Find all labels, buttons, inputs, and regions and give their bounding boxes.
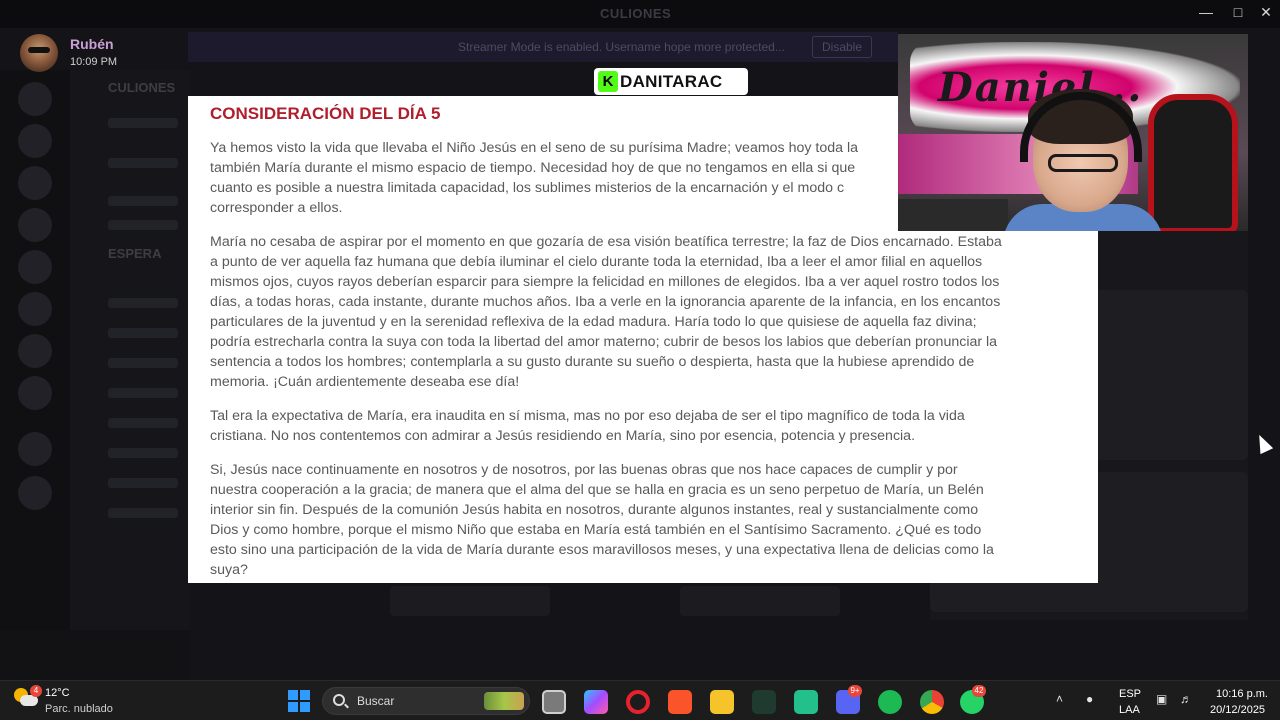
- document-line: nuestra cooperación a la gracia; de mane…: [210, 482, 984, 498]
- voice-member[interactable]: [108, 508, 178, 518]
- document-line: esto sino una participación de la vida d…: [210, 542, 994, 558]
- file-explorer-icon[interactable]: [710, 690, 734, 714]
- microphone-icon[interactable]: ●: [1086, 692, 1093, 706]
- document-line: interior sin fin. Después de la comunión…: [210, 502, 979, 518]
- webcam-overlay: Daniel...: [898, 34, 1248, 231]
- document-line: María no cesaba de aspirar por el moment…: [210, 234, 1002, 250]
- add-server-icon[interactable]: [18, 432, 52, 466]
- volume-icon[interactable]: ♬: [1180, 692, 1192, 706]
- document-line: Si, Jesús nace continuamente en nosotros…: [210, 462, 958, 478]
- document-line: sentencia a todos los hombres; contempla…: [210, 354, 975, 370]
- server-icon[interactable]: [18, 82, 52, 116]
- server-icon[interactable]: [18, 376, 52, 410]
- terminal-icon[interactable]: [752, 690, 776, 714]
- document-line: mismos ojos, cuyos rayos deberían esparc…: [210, 274, 1000, 290]
- chrome-icon[interactable]: [920, 690, 944, 714]
- channel-item[interactable]: [108, 118, 178, 128]
- search-highlight-image: [484, 692, 524, 710]
- language-indicator[interactable]: ESP: [1119, 688, 1141, 700]
- brave-icon[interactable]: [668, 690, 692, 714]
- document-line: cristiana. No nos contentemos con admira…: [210, 428, 916, 444]
- server-icon[interactable]: [18, 124, 52, 158]
- copilot-icon[interactable]: [584, 690, 608, 714]
- minimize-icon[interactable]: —: [1196, 4, 1216, 20]
- document-paragraph: Tal era la expectativa de María, era ina…: [210, 406, 1060, 446]
- voice-member[interactable]: [108, 478, 178, 488]
- message-author[interactable]: Rubén: [70, 36, 114, 52]
- channel-section[interactable]: ESPERA: [108, 246, 161, 261]
- document-paragraph: María no cesaba de aspirar por el moment…: [210, 232, 1060, 392]
- weather-condition[interactable]: Parc. nublado: [45, 703, 113, 715]
- stream-channel-name: DANITARAC: [620, 72, 723, 91]
- app-icon[interactable]: [794, 690, 818, 714]
- avatar-glasses: [28, 47, 50, 53]
- tray-overflow-icon[interactable]: ˄: [1056, 692, 1063, 706]
- network-icon[interactable]: ▣: [1156, 692, 1167, 706]
- document-line: Dios y como hombre, porque el mismo Niño…: [210, 522, 982, 538]
- task-view-icon[interactable]: [542, 690, 566, 714]
- window-title: CULIONES: [600, 6, 672, 21]
- gaming-chair: [1148, 94, 1238, 231]
- clock-time[interactable]: 10:16 p.m.: [1216, 688, 1268, 700]
- voice-tile[interactable]: [680, 586, 840, 616]
- server-icon[interactable]: [18, 208, 52, 242]
- windows-start-icon[interactable]: [288, 690, 310, 712]
- document-paragraph: Si, Jesús nace continuamente en nosotros…: [210, 460, 1060, 580]
- document-line: suya?: [210, 562, 248, 578]
- document-line: memoria. ¡Cuán ardientemente deseaba ese…: [210, 374, 520, 390]
- message-time: 10:09 PM: [70, 56, 118, 68]
- server-icon[interactable]: [18, 166, 52, 200]
- voice-member[interactable]: [108, 358, 178, 368]
- voice-tile[interactable]: [390, 586, 550, 616]
- server-icon[interactable]: [18, 250, 52, 284]
- voice-member[interactable]: [108, 448, 178, 458]
- explore-icon[interactable]: [18, 476, 52, 510]
- document-line: a punto de ver aquella faz humana que de…: [210, 254, 983, 270]
- clock-date[interactable]: 20/12/2025: [1210, 704, 1265, 716]
- start-tile: [288, 690, 298, 700]
- spotify-icon[interactable]: [878, 690, 902, 714]
- discord-badge: 9+: [848, 685, 862, 697]
- server-name[interactable]: CULIONES: [108, 80, 175, 95]
- document-line: días, a todas horas, cada instante, dura…: [210, 294, 1001, 310]
- desk: [898, 199, 1008, 231]
- channel-item[interactable]: [108, 196, 178, 206]
- channel-item[interactable]: [108, 220, 178, 230]
- maximize-icon[interactable]: □: [1228, 4, 1248, 20]
- start-tile: [300, 702, 310, 712]
- screen: CULIONES — □ ✕ Streamer Mode is enabled.…: [0, 0, 1280, 720]
- server-icon[interactable]: [18, 292, 52, 326]
- voice-member[interactable]: [108, 298, 178, 308]
- channel-list: [70, 70, 190, 630]
- document-line: podría estrecharla contra la suya con to…: [210, 334, 998, 350]
- server-icon[interactable]: [18, 334, 52, 368]
- start-tile: [300, 690, 310, 700]
- whatsapp-badge: 42: [972, 685, 986, 697]
- document-line: particulares de la juventud y en la sere…: [210, 314, 977, 330]
- kick-icon: K: [598, 71, 618, 92]
- opera-icon[interactable]: [626, 690, 650, 714]
- start-tile: [288, 702, 298, 712]
- search-placeholder[interactable]: Buscar: [357, 694, 394, 708]
- voice-member[interactable]: [108, 388, 178, 398]
- avatar[interactable]: [20, 34, 58, 72]
- banner-text: Streamer Mode is enabled. Username hope …: [458, 40, 785, 54]
- document-title: CONSIDERACIÓN DEL DÍA 5: [210, 104, 441, 123]
- close-icon[interactable]: ✕: [1256, 4, 1276, 21]
- weather-badge: 4: [30, 685, 42, 697]
- voice-member[interactable]: [108, 418, 178, 428]
- user-panel: [0, 630, 190, 680]
- document-line: Tal era la expectativa de María, era ina…: [210, 408, 965, 424]
- keyboard-layout[interactable]: LAA: [1119, 704, 1140, 716]
- search-icon: [333, 694, 345, 706]
- voice-member[interactable]: [108, 328, 178, 338]
- channel-item[interactable]: [108, 158, 178, 168]
- weather-temperature[interactable]: 12°C: [45, 687, 70, 699]
- disable-button[interactable]: Disable: [812, 36, 872, 58]
